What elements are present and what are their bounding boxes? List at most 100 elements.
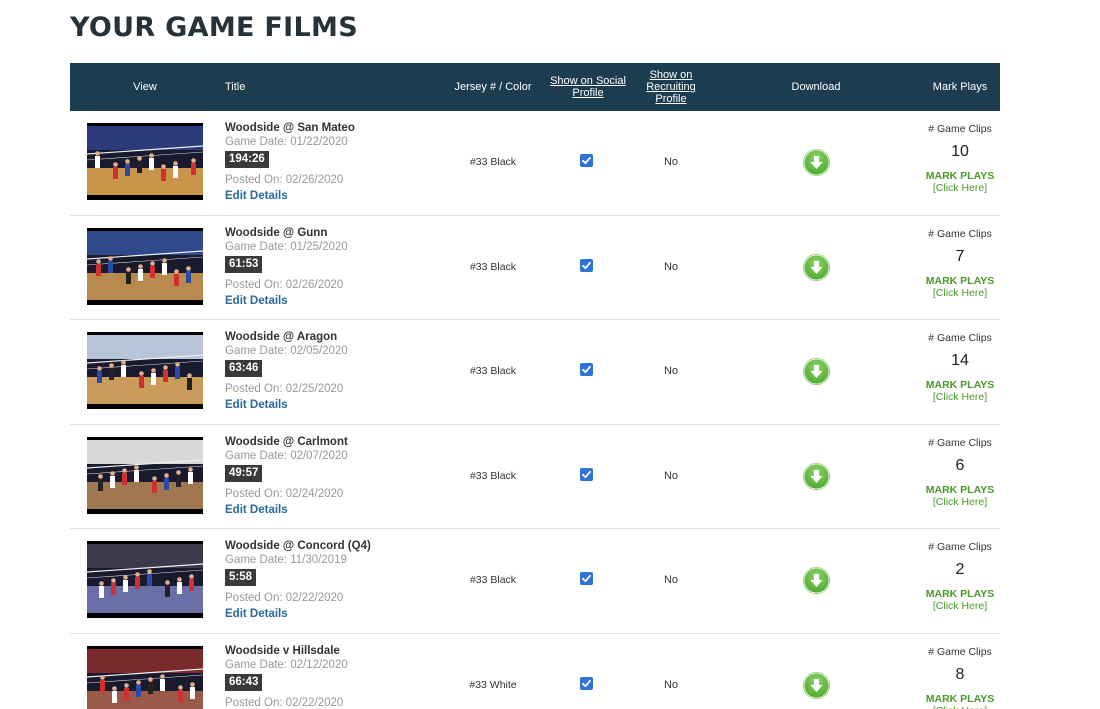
video-thumbnail[interactable] (87, 541, 203, 619)
show-recruiting-value[interactable]: No (621, 679, 721, 691)
thumbnail-player (163, 370, 168, 383)
show-social-checkbox[interactable] (580, 572, 593, 586)
download-arrow-icon (803, 463, 830, 490)
click-here-link[interactable]: [Click Here] (915, 287, 1005, 299)
edit-details-link[interactable]: Edit Details (225, 293, 425, 309)
thumbnail-player (112, 690, 117, 703)
game-clips-count: 14 (951, 352, 969, 370)
jersey-color: #33 Black (469, 574, 517, 587)
video-thumbnail[interactable] (87, 645, 203, 709)
game-clips-label: # Game Clips (928, 332, 992, 345)
game-date: Game Date: 01/25/2020 (225, 240, 348, 253)
thumbnail-player-head (190, 682, 195, 687)
click-here-link[interactable]: [Click Here] (915, 600, 1005, 612)
thumbnail-player (175, 367, 180, 380)
thumbnail-player (174, 273, 179, 286)
thumbnail-player (162, 262, 167, 275)
show-recruiting-value[interactable]: No (621, 365, 721, 377)
duration-badge: 63:46 (225, 360, 263, 378)
show-social-checkbox[interactable] (580, 363, 593, 377)
thumbnail-player (134, 469, 139, 482)
table-header: View Title Jersey # / Color Show on Soci… (70, 63, 1000, 111)
download-button[interactable] (803, 149, 830, 176)
thumbnail-player (148, 681, 153, 694)
thumbnail-player-head (108, 255, 113, 261)
download-button[interactable] (803, 671, 830, 699)
show-social-checkbox[interactable] (580, 258, 593, 272)
duration-badge: 5:58 (225, 569, 257, 587)
thumbnail-player (186, 270, 191, 283)
header-show-recruiting[interactable]: Show on Recruiting Profile (621, 63, 721, 111)
show-social-checkbox[interactable] (580, 467, 593, 481)
game-clips-count: 2 (955, 561, 965, 579)
thumbnail-player-head (165, 580, 170, 586)
header-jersey: Jersey # / Color (454, 81, 532, 93)
edit-details-link[interactable]: Edit Details (225, 502, 425, 518)
game-date: Game Date: 01/22/2020 (225, 136, 348, 148)
thumbnail-player-head (113, 162, 118, 167)
posted-date: Posted On: 02/26/2020 (225, 278, 344, 291)
video-thumbnail[interactable] (87, 123, 203, 200)
download-button[interactable] (803, 358, 830, 386)
edit-details-link[interactable]: Edit Details (225, 397, 425, 413)
game-title: Woodside @ San Mateo (225, 122, 355, 134)
mark-plays-link[interactable]: MARK PLAYS (915, 275, 1005, 287)
mark-plays-link[interactable]: MARK PLAYS (915, 588, 1005, 600)
thumbnail-player-head (122, 467, 127, 473)
thumbnail-player-head (161, 164, 166, 169)
mark-plays-link[interactable]: MARK PLAYS (915, 484, 1005, 496)
game-films-table: View Title Jersey # / Color Show on Soci… (70, 63, 1000, 709)
thumbnail-image (87, 126, 203, 195)
show-recruiting-value[interactable]: No (621, 156, 721, 168)
show-social-checkbox[interactable] (580, 676, 593, 690)
show-recruiting-value[interactable]: No (621, 261, 721, 273)
thumbnail-player-head (137, 156, 142, 161)
click-here-link[interactable]: [Click Here] (915, 391, 1005, 403)
thumbnail-player-head (160, 674, 165, 679)
show-recruiting-value[interactable]: No (621, 470, 721, 482)
thumbnail-player-head (147, 569, 152, 575)
video-thumbnail[interactable] (87, 436, 203, 514)
thumbnail-player (95, 156, 100, 168)
thumbnail-player (173, 166, 178, 178)
header-recruit-line3: Profile (655, 93, 687, 105)
edit-details-link[interactable]: Edit Details (225, 188, 425, 204)
video-thumbnail[interactable] (87, 227, 203, 305)
thumbnail-player (124, 687, 129, 700)
thumbnail-player-head (178, 685, 183, 690)
mark-plays-link[interactable]: MARK PLAYS (915, 693, 1005, 705)
thumbnail-player (100, 679, 105, 692)
mark-plays-link[interactable]: MARK PLAYS (915, 379, 1005, 391)
edit-details-link[interactable]: Edit Details (225, 606, 425, 622)
mark-plays-cell: # Game Clips 7 MARK PLAYS [Click Here] (915, 228, 1005, 299)
video-thumbnail[interactable] (87, 332, 203, 410)
film-info: Woodside @ San Mateo Game Date: 01/22/20… (225, 121, 425, 204)
click-here-link[interactable]: [Click Here] (915, 182, 1005, 194)
thumbnail-player-head (150, 260, 155, 266)
game-title: Woodside @ Aragon (225, 331, 338, 344)
show-recruiting-value[interactable]: No (621, 574, 721, 586)
posted-date: Posted On: 02/24/2020 (225, 487, 344, 500)
thumbnail-player-head (138, 263, 143, 269)
thumbnail-player (108, 260, 113, 273)
download-button[interactable] (803, 253, 830, 281)
mark-plays-link[interactable]: MARK PLAYS (915, 170, 1005, 182)
game-clips-label: # Game Clips (928, 436, 992, 449)
download-button[interactable] (803, 567, 830, 595)
posted-date: Posted On: 02/22/2020 (225, 696, 344, 709)
thumbnail-image (87, 544, 203, 614)
click-here-link[interactable]: [Click Here] (915, 705, 1005, 709)
show-social-checkbox[interactable] (580, 154, 593, 167)
film-info: Woodside @ Gunn Game Date: 01/25/2020 61… (225, 226, 425, 309)
click-here-link[interactable]: [Click Here] (915, 496, 1005, 508)
thumbnail-player (99, 586, 104, 599)
download-button[interactable] (803, 462, 830, 490)
game-date: Game Date: 11/30/2019 (225, 554, 347, 567)
mark-plays-cell: # Game Clips 8 MARK PLAYS [Click Here] (915, 646, 1005, 709)
thumbnail-player-head (126, 266, 131, 272)
download-arrow-icon (803, 149, 830, 176)
game-clips-count: 6 (955, 456, 965, 474)
download-arrow-icon (803, 254, 830, 281)
thumbnail-player (136, 684, 141, 697)
header-recruit-line1: Show on (649, 69, 693, 81)
